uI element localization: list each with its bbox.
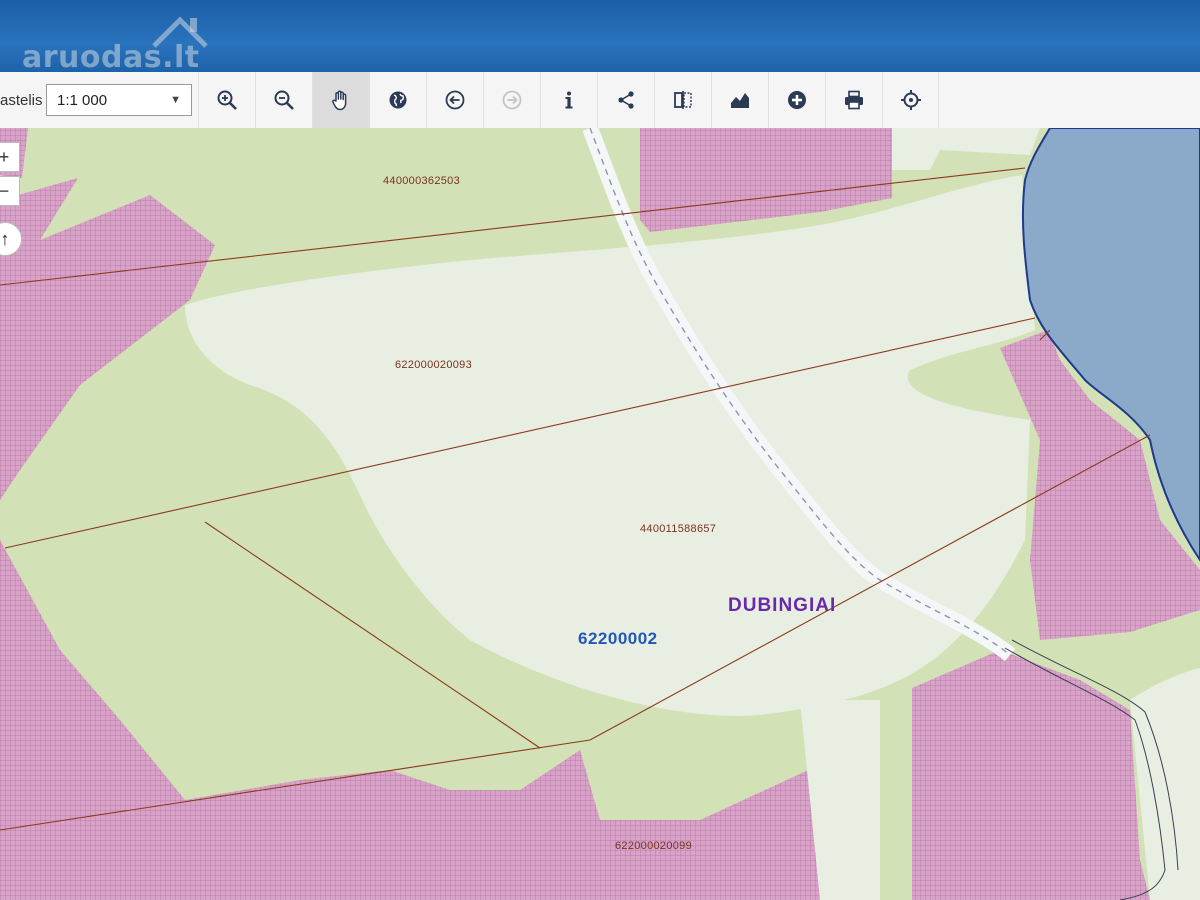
scale-select[interactable]: 1:1 000 ▼ [46, 84, 192, 116]
next-extent-button[interactable] [483, 72, 540, 128]
pan-button[interactable] [312, 72, 369, 128]
scale-label: astelis: [0, 91, 42, 109]
place-name-label: DUBINGIAI [728, 595, 837, 616]
share-icon [618, 91, 634, 109]
previous-extent-button[interactable] [426, 72, 483, 128]
info-icon [565, 91, 573, 109]
chevron-down-icon: ▼ [170, 94, 181, 106]
parcel-label[interactable]: 622000020099 [615, 840, 692, 852]
map-toolbar: astelis: 1:1 000 ▼ [0, 72, 1200, 129]
scale-value: 1:1 000 [57, 91, 108, 109]
zoom-in-button[interactable] [198, 72, 255, 128]
parcel-label[interactable]: 440011588657 [640, 523, 716, 535]
tool-buttons [198, 72, 939, 128]
cadastral-block-label: 62200002 [578, 629, 658, 648]
compare-button[interactable] [654, 72, 711, 128]
profile-chart-icon [731, 93, 749, 108]
locate-button[interactable] [882, 72, 939, 128]
globe-icon [389, 91, 407, 109]
map-zoom-in-button[interactable]: + [0, 142, 20, 172]
map-canvas[interactable]: 440000362503 622000020093 440011588657 6… [0, 128, 1200, 900]
watermark: aruodas.lt [22, 40, 200, 75]
parcel-label[interactable]: 622000020093 [395, 359, 472, 371]
share-button[interactable] [597, 72, 654, 128]
add-layer-button[interactable] [768, 72, 825, 128]
zoom-in-icon [217, 90, 237, 110]
pan-hand-icon [332, 90, 347, 111]
print-button[interactable] [825, 72, 882, 128]
map-zoom-out-button[interactable]: − [0, 176, 20, 206]
forward-arrow-icon [502, 90, 522, 110]
add-icon [788, 91, 806, 109]
zoom-out-icon [274, 90, 294, 110]
identify-button[interactable] [540, 72, 597, 128]
parcel-label[interactable]: 440000362503 [383, 175, 460, 187]
locate-icon [900, 90, 921, 110]
full-extent-button[interactable] [369, 72, 426, 128]
zoom-out-button[interactable] [255, 72, 312, 128]
header-bar: aruodas.lt [0, 0, 1200, 75]
back-arrow-icon [445, 90, 465, 110]
map-layers [0, 128, 1200, 900]
elevation-profile-button[interactable] [711, 72, 768, 128]
print-icon [845, 90, 863, 110]
compare-icon [674, 91, 692, 109]
north-arrow-icon: ↑ [0, 228, 10, 249]
